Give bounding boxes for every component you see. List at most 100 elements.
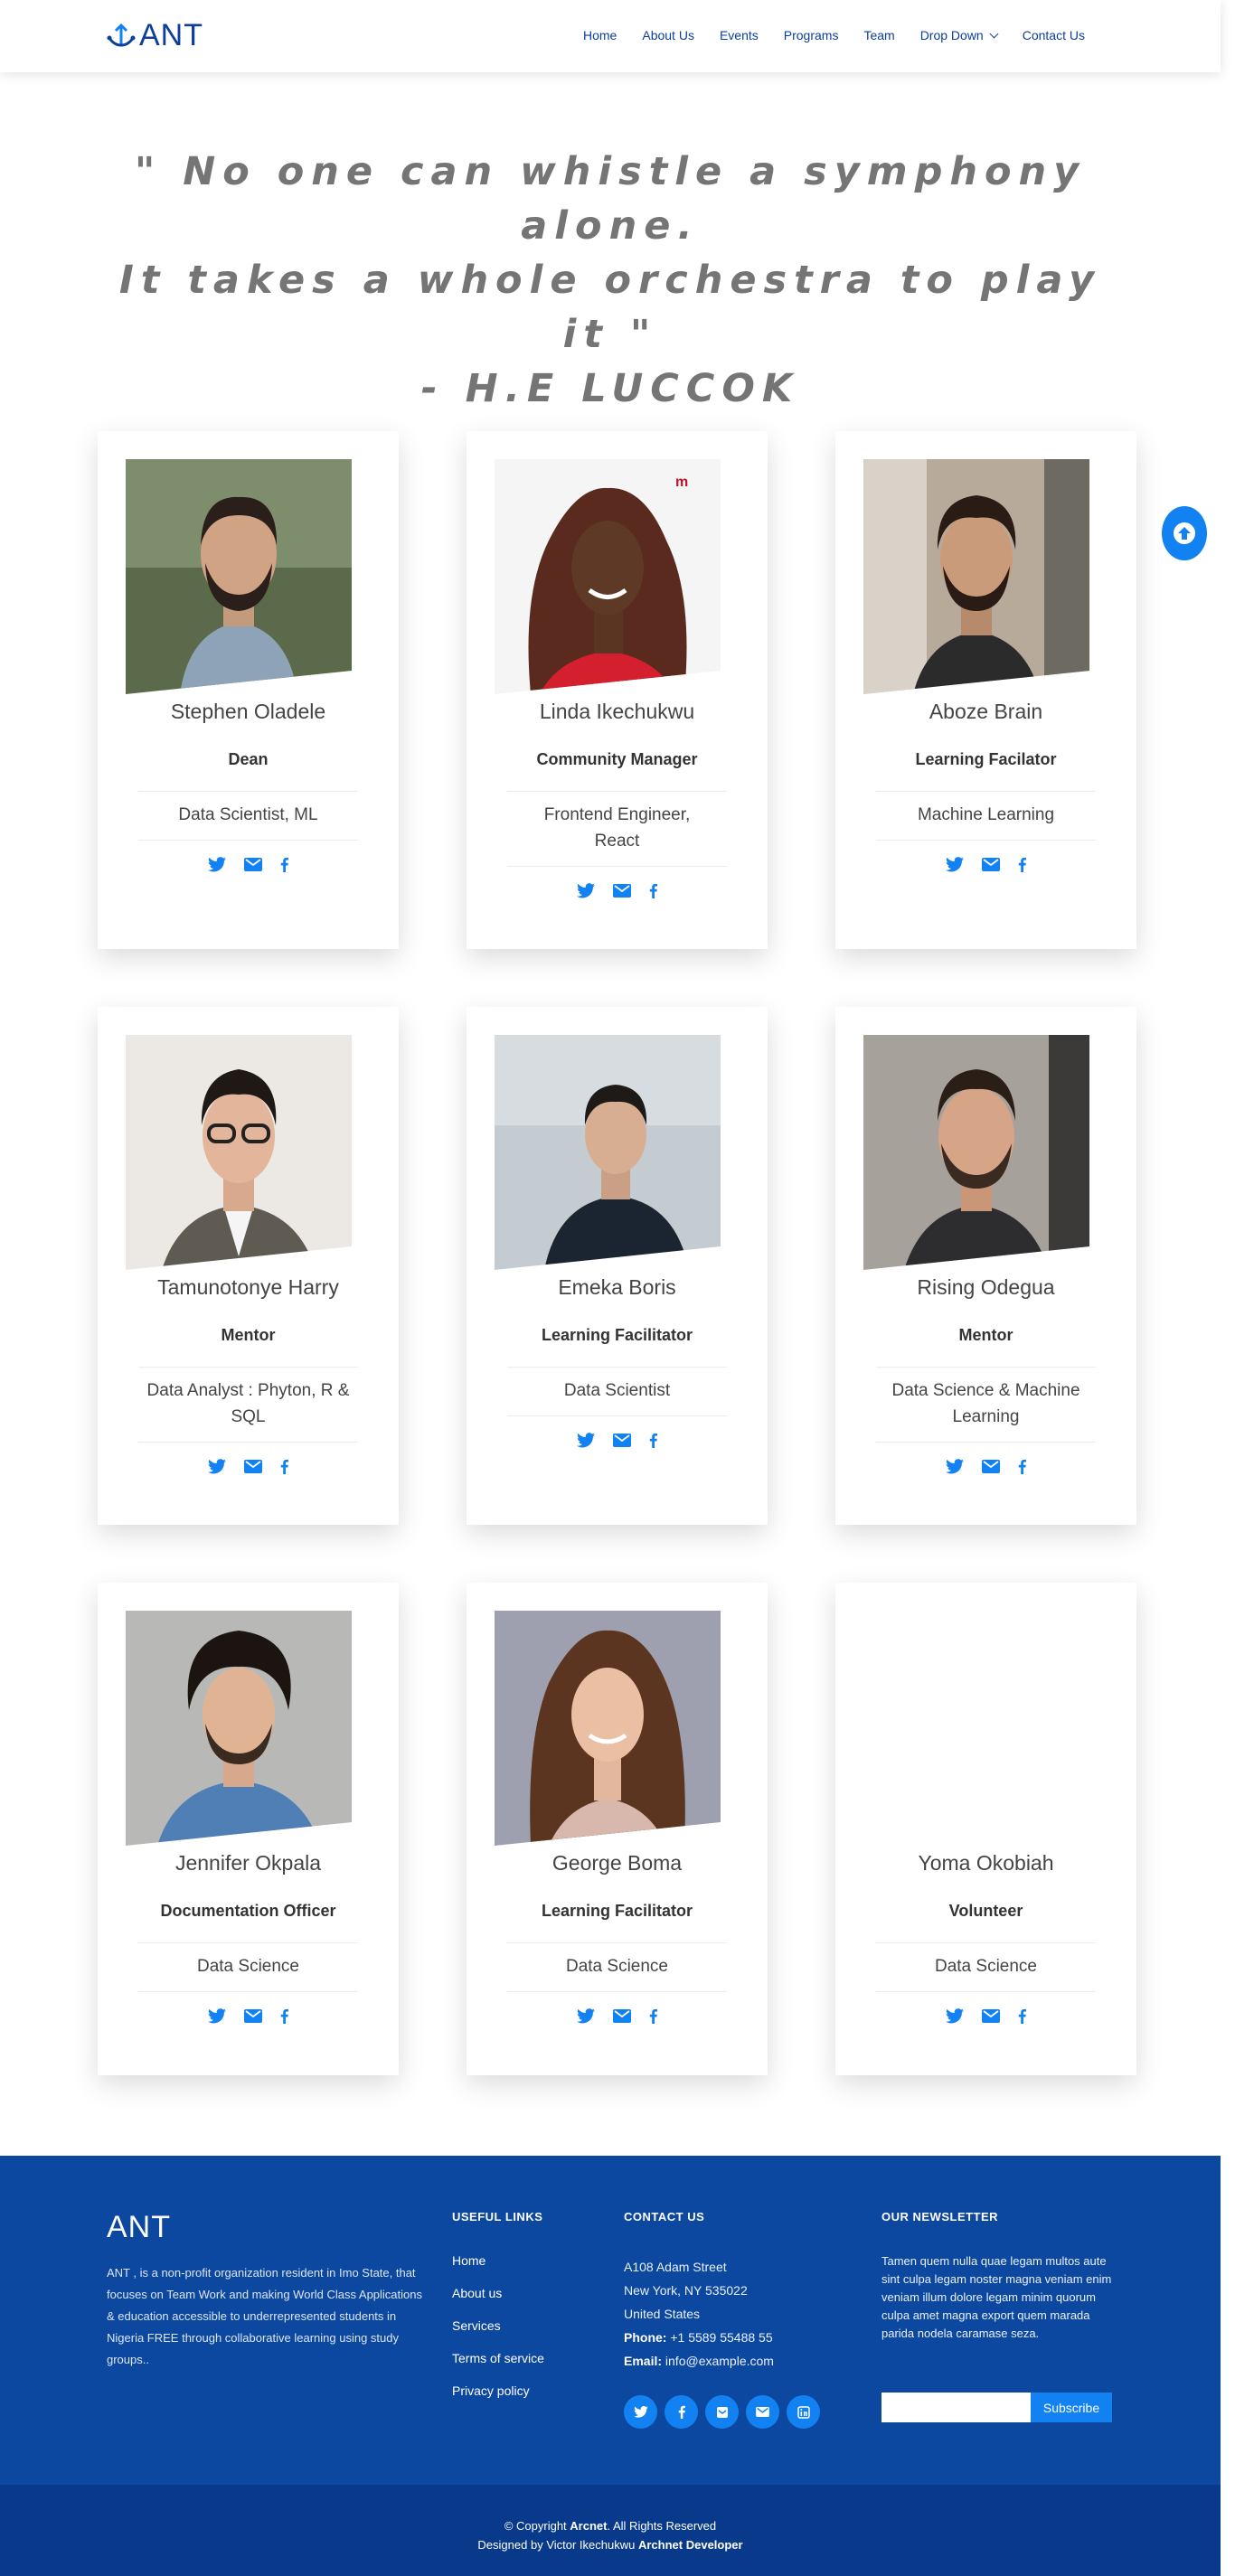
logo[interactable]: ANT (107, 18, 203, 53)
member-name: Aboze Brain (929, 700, 1043, 723)
nav-about-us[interactable]: About Us (642, 28, 694, 42)
facebook-icon[interactable] (1018, 857, 1026, 872)
phone-label: Phone: (624, 2330, 667, 2345)
email-icon[interactable] (613, 884, 631, 898)
member-socials (98, 1459, 399, 1474)
email-value[interactable]: info@example.com (665, 2354, 774, 2368)
twitter-icon[interactable] (577, 2008, 595, 2024)
member-socials (835, 857, 1136, 872)
divider (876, 840, 1096, 841)
member-role: Mentor (958, 1326, 1013, 1344)
useful-links-heading: USEFUL LINKS (452, 2210, 543, 2223)
twitter-icon[interactable] (577, 883, 595, 898)
member-socials (835, 1459, 1136, 1474)
site-header: ANT Home About Us Events Programs Team D… (0, 0, 1221, 72)
designer-link[interactable]: Victor Ikechukwu (546, 2538, 635, 2552)
twitter-icon[interactable] (624, 2395, 657, 2429)
nav-programs[interactable]: Programs (784, 28, 839, 42)
member-photo-empty (863, 1611, 1089, 1846)
copyright-prefix: © Copyright (504, 2519, 567, 2533)
member-role: Volunteer (948, 1902, 1023, 1920)
member-role: Mentor (221, 1326, 276, 1344)
footer-link-terms[interactable]: Terms of service (452, 2351, 544, 2365)
linkedin-icon[interactable] (787, 2395, 820, 2429)
address-line-2: New York, NY 535022 (624, 2283, 748, 2298)
divider (876, 1367, 1096, 1368)
email-icon[interactable] (613, 1434, 631, 1447)
email-icon[interactable] (982, 2009, 1000, 2023)
facebook-icon[interactable] (665, 2395, 698, 2429)
divider (507, 1942, 727, 1943)
chevron-down-icon (989, 29, 999, 38)
member-socials (835, 2008, 1136, 2024)
member-name: Linda Ikechukwu (539, 700, 695, 723)
email-icon[interactable] (982, 1460, 1000, 1473)
divider (138, 1991, 358, 1992)
quote: " No one can whistle a symphony alone. I… (90, 145, 1130, 416)
member-socials (98, 2008, 399, 2024)
contact-heading: CONTACT US (624, 2210, 705, 2223)
member-socials (98, 857, 399, 872)
divider (507, 1415, 727, 1416)
logo-text: ANT (139, 18, 203, 52)
divider (876, 1442, 1096, 1443)
team-card: m Linda Ikechukwu Community Manager Fron… (467, 431, 768, 949)
facebook-icon[interactable] (1018, 1459, 1026, 1474)
inbox-icon[interactable] (705, 2395, 739, 2429)
contact-info: A108 Adam Street New York, NY 535022 Uni… (624, 2255, 774, 2373)
divider (507, 1367, 727, 1368)
team-card: George Boma Learning Facilitator Data Sc… (467, 1583, 768, 2075)
divider (138, 840, 358, 841)
footer-social-links (624, 2395, 820, 2429)
quote-line-2: It takes a whole orchestra to play it " (118, 258, 1102, 357)
nav-events[interactable]: Events (720, 28, 759, 42)
nav-home[interactable]: Home (583, 28, 617, 42)
email-icon[interactable] (244, 1460, 262, 1473)
twitter-icon[interactable] (577, 1433, 595, 1448)
svg-text:m: m (675, 475, 688, 490)
twitter-icon[interactable] (946, 2008, 964, 2024)
facebook-icon[interactable] (280, 2008, 288, 2024)
footer-link-home[interactable]: Home (452, 2253, 544, 2268)
email-icon[interactable] (746, 2395, 779, 2429)
footer-link-services[interactable]: Services (452, 2318, 544, 2333)
facebook-icon[interactable] (280, 1459, 288, 1474)
copyright-line: © Copyright Arcnet. All Rights Reserved (0, 2516, 1221, 2535)
facebook-icon[interactable] (649, 2008, 657, 2024)
twitter-icon[interactable] (208, 1459, 226, 1474)
subscribe-button[interactable]: Subscribe (1031, 2393, 1112, 2422)
scroll-to-top-button[interactable] (1162, 506, 1207, 560)
divider (138, 1942, 358, 1943)
footer-link-about[interactable]: About us (452, 2286, 544, 2300)
email-icon[interactable] (982, 858, 1000, 871)
facebook-icon[interactable] (280, 857, 288, 872)
email-icon[interactable] (244, 2009, 262, 2023)
phone-value: +1 5589 55488 55 (670, 2330, 773, 2345)
twitter-icon[interactable] (946, 1459, 964, 1474)
footer-link-privacy[interactable]: Privacy policy (452, 2383, 544, 2398)
twitter-icon[interactable] (208, 857, 226, 872)
member-name: Emeka Boris (558, 1275, 676, 1299)
team-card: Aboze Brain Learning Facilator Machine L… (835, 431, 1136, 949)
member-socials (467, 883, 768, 898)
email-icon[interactable] (613, 2009, 631, 2023)
facebook-icon[interactable] (649, 883, 657, 898)
nav-team[interactable]: Team (863, 28, 894, 42)
nav-drop-down[interactable]: Drop Down (920, 28, 999, 42)
twitter-icon[interactable] (208, 2008, 226, 2024)
copyright-company: Arcnet (570, 2519, 608, 2533)
divider (507, 791, 727, 792)
nav-contact-us[interactable]: Contact Us (1023, 28, 1085, 42)
team-card: Yoma Okobiah Volunteer Data Science (835, 1583, 1136, 2075)
facebook-icon[interactable] (649, 1433, 657, 1448)
email-label: Email: (624, 2354, 663, 2368)
member-skill: Data Science (565, 1957, 668, 1976)
member-photo (495, 1611, 721, 1846)
email-icon[interactable] (244, 858, 262, 871)
member-skill: Data Analyst : Phyton, R & SQL (146, 1381, 350, 1426)
member-socials (467, 2008, 768, 2024)
twitter-icon[interactable] (946, 857, 964, 872)
email-line: Email: info@example.com (624, 2349, 774, 2373)
newsletter-email-input[interactable] (881, 2393, 1031, 2422)
facebook-icon[interactable] (1018, 2008, 1026, 2024)
